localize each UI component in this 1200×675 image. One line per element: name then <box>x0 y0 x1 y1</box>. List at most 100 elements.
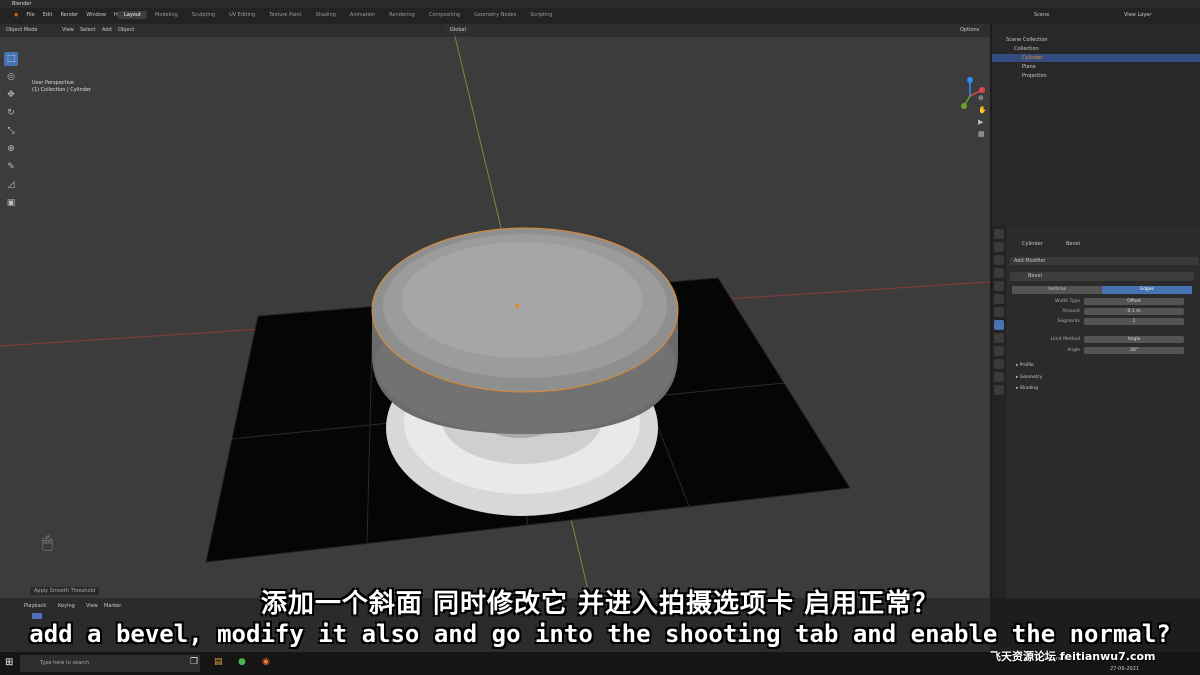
render-tab-icon[interactable] <box>994 242 1004 252</box>
tool-shelf: ⬚ ◎ ✥ ↻ ⤡ ⊕ ✎ ◿ ▣ <box>4 52 20 214</box>
bevel-modifier-name[interactable]: Bevel <box>1028 273 1042 279</box>
modifier-tab-icon[interactable] <box>994 320 1004 330</box>
object-name: Cylinder <box>1022 241 1043 247</box>
tab-sculpting[interactable]: Sculpting <box>186 11 221 19</box>
tab-modeling[interactable]: Modeling <box>149 11 184 19</box>
segments-row: Segments 1 <box>1012 318 1192 326</box>
properties-panel: Cylinder Bevel Add Modifier Bevel Vertic… <box>992 226 1200 598</box>
material-tab-icon[interactable] <box>994 385 1004 395</box>
outliner-header: Scene View Layer <box>992 8 1200 24</box>
windows-start-icon[interactable]: ⊞ <box>5 657 13 668</box>
tab-layout[interactable]: Layout <box>118 11 147 19</box>
rotate-tool-icon[interactable]: ↻ <box>4 106 18 120</box>
width-type-row: Width Type Offset <box>1012 298 1192 306</box>
outliner-row[interactable]: Scene Collection <box>992 36 1200 44</box>
bevel-modifier-header[interactable]: Bevel <box>1010 272 1194 281</box>
tab-geometry-nodes[interactable]: Geometry Nodes <box>468 11 522 19</box>
outliner-row[interactable]: Projection <box>992 72 1200 80</box>
measure-tool-icon[interactable]: ◿ <box>4 178 18 192</box>
data-tab-icon[interactable] <box>994 372 1004 382</box>
menu-edit[interactable]: Edit <box>43 12 53 18</box>
amount-field[interactable]: 0.1 m <box>1084 308 1184 315</box>
options-dropdown[interactable]: Options <box>960 27 979 33</box>
geometry-subpanel[interactable]: ▸ Geometry <box>1016 375 1042 380</box>
taskbar-search-input[interactable]: Type here to search <box>20 655 200 672</box>
object-menu[interactable]: Object <box>118 27 134 33</box>
select-box-tool-icon[interactable]: ⬚ <box>4 52 18 66</box>
outliner-row[interactable]: Cylinder <box>992 54 1200 62</box>
collection-label: (1) Collection | Cylinder <box>32 87 91 93</box>
transform-orientation-dropdown[interactable]: Global <box>446 27 470 33</box>
angle-row: Angle 30° <box>1012 347 1192 355</box>
task-view-icon[interactable]: ❐ <box>190 657 198 667</box>
tab-uv-editing[interactable]: UV Editing <box>223 11 261 19</box>
view-menu[interactable]: View <box>62 27 74 33</box>
select-menu[interactable]: Select <box>80 27 95 33</box>
move-tool-icon[interactable]: ✥ <box>4 88 18 102</box>
limit-method-dropdown[interactable]: Angle <box>1084 336 1184 343</box>
grid-icon[interactable]: ▦ <box>978 130 986 138</box>
view-layer-tab-icon[interactable] <box>994 268 1004 278</box>
width-type-dropdown[interactable]: Offset <box>1084 298 1184 305</box>
scale-tool-icon[interactable]: ⤡ <box>4 124 18 138</box>
annotate-tool-icon[interactable]: ✎ <box>4 160 18 174</box>
tab-texture-paint[interactable]: Texture Paint <box>263 11 307 19</box>
scene-tab-icon[interactable] <box>994 281 1004 291</box>
object-mode-dropdown[interactable]: Object Mode <box>6 27 38 33</box>
particles-tab-icon[interactable] <box>994 333 1004 343</box>
object-tab-icon[interactable] <box>994 307 1004 317</box>
subtitle-english: add a bevel, modify it also and go into … <box>29 620 1171 648</box>
object-origin <box>515 304 519 308</box>
menu-file[interactable]: File <box>26 12 34 18</box>
tool-tab-icon[interactable] <box>994 229 1004 239</box>
add-cube-tool-icon[interactable]: ▣ <box>4 196 18 210</box>
transform-tool-icon[interactable]: ⊕ <box>4 142 18 156</box>
outliner-panel: Scene View Layer Scene Collection Collec… <box>992 8 1200 226</box>
pan-hand-icon[interactable]: ✋ <box>978 106 987 114</box>
output-tab-icon[interactable] <box>994 255 1004 265</box>
angle-field[interactable]: 30° <box>1084 347 1184 354</box>
menu-window[interactable]: Window <box>86 12 106 18</box>
mouse-icon: 🖱 <box>42 532 53 553</box>
file-explorer-icon[interactable]: ▤ <box>214 657 223 667</box>
modifier-name: Bevel <box>1066 241 1080 247</box>
tab-compositing[interactable]: Compositing <box>423 11 466 19</box>
outliner-row[interactable]: Collection <box>992 45 1200 53</box>
shading-subpanel[interactable]: ▸ Shading <box>1016 386 1038 391</box>
profile-subpanel[interactable]: ▸ Profile <box>1016 363 1034 368</box>
edges-mode-button[interactable]: Edges <box>1102 286 1192 294</box>
amount-row: Amount 0.1 m <box>1012 308 1192 316</box>
tab-rendering[interactable]: Rendering <box>383 11 421 19</box>
add-menu[interactable]: Add <box>102 27 112 33</box>
outliner-row[interactable]: Plane <box>992 63 1200 71</box>
menu-render[interactable]: Render <box>60 12 78 18</box>
limit-method-row: Limit Method Angle <box>1012 336 1192 344</box>
constraints-tab-icon[interactable] <box>994 359 1004 369</box>
tab-animation[interactable]: Animation <box>344 11 382 19</box>
add-modifier-button[interactable]: Add Modifier <box>1010 257 1198 265</box>
camera-icon[interactable]: ▶ <box>978 118 986 126</box>
viewport-scene <box>0 24 990 598</box>
blender-logo-icon[interactable]: ◉ <box>14 12 18 18</box>
scene-selector[interactable]: Scene <box>1034 12 1049 18</box>
tab-scripting[interactable]: Scripting <box>524 11 558 19</box>
view-layer-selector[interactable]: View Layer <box>1124 12 1151 18</box>
3d-viewport[interactable]: Object Mode View Select Add Object Globa… <box>0 24 990 598</box>
vertices-mode-button[interactable]: Vertices <box>1012 286 1102 294</box>
chrome-icon[interactable]: ● <box>238 657 246 667</box>
blender-taskbar-icon[interactable]: ◉ <box>262 657 270 667</box>
viewport-header: Object Mode View Select Add Object Globa… <box>0 24 990 37</box>
segments-field[interactable]: 1 <box>1084 318 1184 325</box>
viewport-info: User Perspective (1) Collection | Cylind… <box>32 80 91 94</box>
tab-shading[interactable]: Shading <box>309 11 341 19</box>
clock-date: 27-06-2021 <box>1110 666 1140 672</box>
viewport-nav-buttons: ⊕ ✋ ▶ ▦ <box>978 94 987 138</box>
physics-tab-icon[interactable] <box>994 346 1004 356</box>
properties-tabs <box>992 226 1006 598</box>
title-bar: Blender <box>0 0 1200 8</box>
world-tab-icon[interactable] <box>994 294 1004 304</box>
zoom-icon[interactable]: ⊕ <box>978 94 986 102</box>
cursor-tool-icon[interactable]: ◎ <box>4 70 18 84</box>
perspective-label: User Perspective <box>32 80 74 86</box>
watermark: 飞天资源论坛 feitianwu7.com <box>990 650 1156 663</box>
